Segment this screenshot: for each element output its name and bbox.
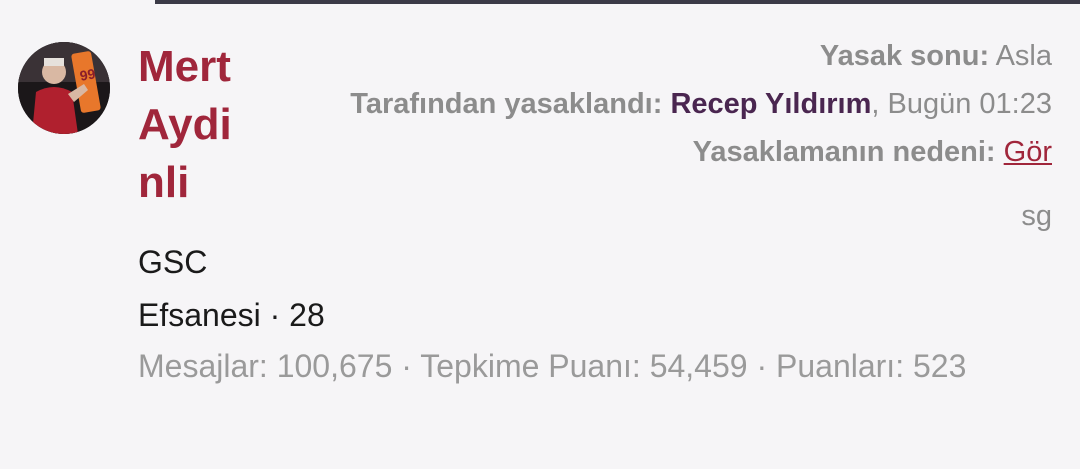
banned-by-row: Tarafından yasaklandı: Recep Yıldırım, B…	[350, 84, 1052, 124]
ban-reason-label: Yasaklamanın nedeni:	[692, 136, 996, 168]
top-border-line	[155, 0, 1080, 4]
ban-end-row: Yasak sonu: Asla	[820, 36, 1052, 76]
ban-end-value: Asla	[995, 40, 1052, 72]
user-stats: Mesajlar: 100,675 · Tepkime Puanı: 54,45…	[138, 348, 967, 384]
ban-end-label: Yasak sonu:	[819, 40, 990, 72]
avatar[interactable]: 99	[18, 42, 110, 134]
svg-text:99: 99	[78, 65, 96, 83]
banned-by-user-link[interactable]: Recep Yıldırım	[670, 88, 871, 120]
top-divider	[0, 0, 1080, 6]
user-title: GSC	[138, 244, 208, 280]
username-link[interactable]: Mert Aydinli	[138, 38, 258, 212]
user-rank: Efsanesi · 28	[138, 297, 325, 333]
ban-reason-row: Yasaklamanın nedeni: Gör	[693, 132, 1052, 172]
banned-by-time: , Bugün 01:23	[871, 88, 1052, 120]
ban-reason-link[interactable]: Gör	[1004, 136, 1052, 168]
user-avatar-icon: 99	[18, 42, 110, 134]
ban-note: sg	[1021, 200, 1052, 232]
banned-by-label: Tarafından yasaklandı:	[350, 88, 663, 120]
